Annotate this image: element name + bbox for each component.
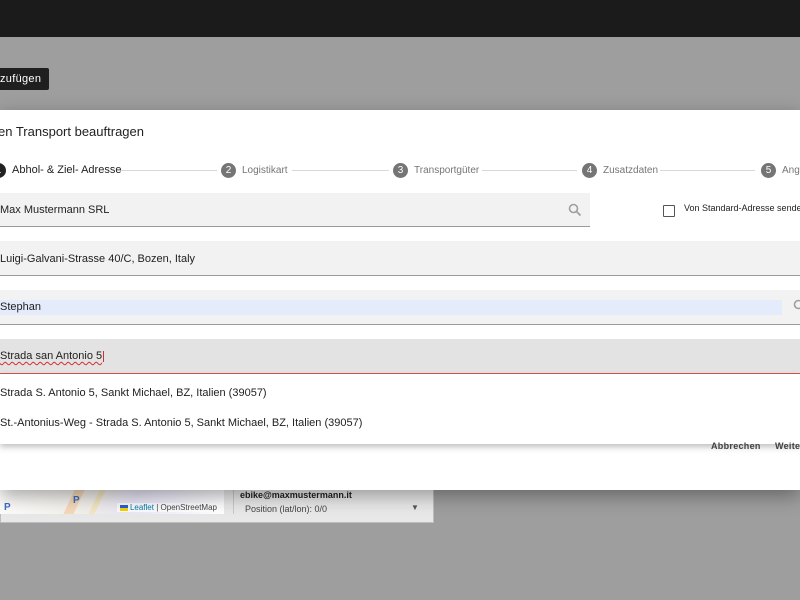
pickup-address-field[interactable]: Luigi-Galvani-Strasse 40/C, Bozen, Italy [0, 241, 800, 276]
step-additional-data[interactable]: 4 Zusatzdaten [582, 162, 658, 178]
leaflet-link[interactable]: Leaflet [130, 503, 154, 512]
stepper-connector [120, 170, 217, 171]
parking-marker: P [4, 502, 11, 513]
add-button[interactable]: zufügen [0, 68, 50, 90]
company-input-value: Max Mustermann SRL [0, 204, 110, 216]
step-goods[interactable]: 3 Transportgüter [393, 162, 479, 178]
street-input[interactable]: Strada san Antonio 5 [0, 339, 800, 374]
step-offer[interactable]: 5 Ange [761, 162, 800, 178]
standard-address-checkbox[interactable] [663, 205, 675, 217]
step-number: 4 [582, 162, 597, 178]
parking-marker: P [73, 495, 80, 506]
contact-email: ebike@maxmustermann.it [240, 490, 352, 500]
text-caret [103, 350, 105, 362]
search-icon[interactable] [568, 203, 582, 217]
step-label: Zusatzdaten [603, 164, 659, 176]
step-label: Ange [782, 164, 800, 176]
card-divider [233, 488, 234, 514]
suggestion-item[interactable]: Strada S. Antonio 5, Sankt Michael, BZ, … [0, 387, 267, 399]
stepper-connector [292, 170, 389, 171]
cancel-button[interactable]: Abbrechen [711, 441, 761, 451]
step-logistics[interactable]: 2 Logistikart [221, 162, 288, 178]
stepper-connector [482, 170, 577, 171]
search-icon[interactable] [793, 299, 800, 313]
company-field[interactable]: Max Mustermann SRL [0, 193, 590, 227]
address-suggestions-dropdown: Strada S. Antonio 5, Sankt Michael, BZ, … [0, 374, 800, 444]
next-button[interactable]: Weite [775, 441, 800, 451]
position-readout: Position (lat/lon): 0/0 [245, 504, 328, 514]
standard-address-label: Von Standard-Adresse sende [684, 203, 800, 213]
ukraine-flag-icon [119, 504, 128, 511]
step-label: Transportgüter [414, 164, 480, 176]
step-number: 2 [221, 162, 236, 178]
top-app-bar [0, 0, 800, 37]
step-number: 1 [0, 162, 6, 178]
step-address[interactable]: 1 Abhol- & Ziel- Adresse [0, 162, 121, 178]
step-label: Abhol- & Ziel- Adresse [12, 164, 122, 176]
transport-dialog: en Transport beauftragen 1 Abhol- & Ziel… [0, 110, 800, 490]
autofill-highlight [0, 300, 782, 315]
stepper-connector [660, 170, 755, 171]
dialog-title: en Transport beauftragen [0, 124, 144, 139]
step-number: 5 [761, 162, 776, 178]
street-input-value: Strada san Antonio 5 [0, 350, 105, 362]
street-typed-text: Strada san Antonio 5 [0, 350, 103, 362]
chevron-down-icon[interactable]: ▼ [411, 503, 419, 512]
step-label: Logistikart [242, 164, 288, 176]
map-attribution: Leaflet | OpenStreetMap [116, 503, 220, 512]
contact-input-text: Stephan [0, 301, 41, 313]
osm-link[interactable]: OpenStreetMap [161, 503, 217, 512]
suggestion-item[interactable]: St.-Antonius-Weg - Strada S. Antonio 5, … [0, 417, 362, 429]
step-number: 3 [393, 162, 408, 178]
address-input-value: Luigi-Galvani-Strasse 40/C, Bozen, Italy [0, 253, 196, 265]
